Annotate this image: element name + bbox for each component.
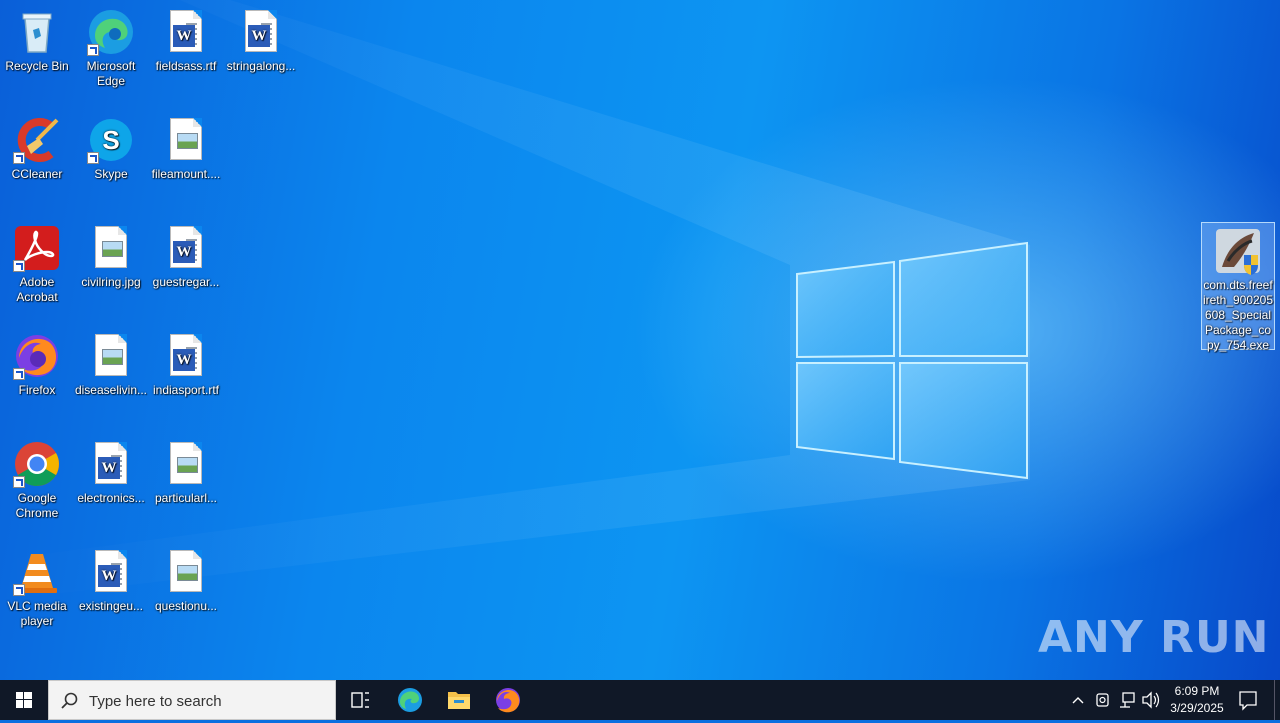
desktop-icon-fieldsass-rtf[interactable]: W fieldsass.rtf [149,4,223,74]
shortcut-arrow-icon [13,476,25,488]
windows-start-icon [16,692,32,708]
desktop-icon-particularl[interactable]: particularl... [149,436,223,506]
taskbar-file-explorer-button[interactable] [435,680,483,720]
icon-label: civilring.jpg [81,275,141,289]
show-desktop-button[interactable] [1274,680,1280,720]
desktop-icon-firefox[interactable]: Firefox [0,328,74,398]
image-file-icon [162,548,210,596]
vlc-icon [13,548,61,596]
search-icon [61,692,78,709]
ccleaner-icon [13,116,61,164]
shortcut-arrow-icon [13,584,25,596]
icon-label: fieldsass.rtf [155,59,217,73]
edge-icon [398,688,422,712]
desktop-icon-stringalong[interactable]: W stringalong... [224,4,298,74]
firefox-icon [13,332,61,380]
svg-text:S: S [102,125,119,155]
image-file-icon [162,116,210,164]
clock-date: 3/29/2025 [1170,701,1224,715]
desktop-icon-diseaselivin[interactable]: diseaselivin... [74,328,148,398]
volume-icon [1142,691,1160,709]
word-document-icon: W [237,8,285,56]
icon-label: fileamount.... [151,167,221,181]
notification-icon [1239,691,1257,711]
desktop-icon-adobe-acrobat[interactable]: Adobe Acrobat [0,220,74,305]
edge-icon [87,8,135,56]
icon-label: diseaselivin... [74,383,148,397]
skype-icon: S [87,116,135,164]
network-icon [1120,692,1135,708]
shortcut-arrow-icon [13,260,25,272]
task-view-button[interactable] [336,680,384,720]
chevron-up-icon [1072,697,1084,704]
word-document-icon: W [87,548,135,596]
taskbar-firefox-button[interactable] [484,680,532,720]
desktop-icon-google-chrome[interactable]: Google Chrome [0,436,74,521]
desktop-icon-ccleaner[interactable]: CCleaner [0,112,74,182]
anyrun-watermark: ANY RUN [1038,612,1270,663]
start-button[interactable] [0,680,48,720]
volume-button[interactable] [1140,680,1162,720]
icon-label: guestregar... [152,275,220,289]
taskbar-edge-button[interactable] [386,680,434,720]
meet-now-button[interactable] [1092,680,1114,720]
icon-label: Skype [94,167,128,181]
firefox-icon [496,688,520,713]
image-file-icon [87,224,135,272]
network-button[interactable] [1116,680,1138,720]
icon-label: Adobe Acrobat [16,275,58,304]
desktop-icon-questionu[interactable]: questionu... [149,544,223,614]
icon-label: com.dts.freefireth_900205608_SpecialPack… [1202,278,1274,352]
desktop-icon-electronics[interactable]: W electronics... [74,436,148,506]
desktop-icon-microsoft-edge[interactable]: Microsoft Edge [74,4,148,89]
exe-file-icon [1214,227,1262,275]
file-explorer-icon [448,692,470,709]
taskbar-search-box[interactable]: Type here to search [48,680,336,720]
icon-label: stringalong... [226,59,296,73]
shortcut-arrow-icon [13,368,25,380]
shortcut-arrow-icon [87,152,99,164]
chrome-icon [13,440,61,488]
icon-label: Google Chrome [15,491,59,520]
desktop-icon-freefire-exe[interactable]: com.dts.freefireth_900205608_SpecialPack… [1201,222,1275,352]
clock-time: 6:09 PM [1174,684,1220,698]
desktop-icon-vlc-media-player[interactable]: VLC media player [0,544,74,629]
desktop-icon-skype[interactable]: S Skype [74,112,148,182]
desktop-icon-fileamount[interactable]: fileamount.... [149,112,223,182]
word-document-icon: W [162,8,210,56]
icon-label: particularl... [154,491,218,505]
search-placeholder: Type here to search [89,693,222,710]
action-center-button[interactable] [1236,680,1260,720]
icon-label: Recycle Bin [5,59,69,73]
word-document-icon: W [87,440,135,488]
image-file-icon [87,332,135,380]
icon-label: CCleaner [11,167,63,181]
word-document-icon: W [162,332,210,380]
image-file-icon [162,440,210,488]
icon-label: indiasport.rtf [152,383,220,397]
icon-label: existingeu... [78,599,144,613]
acrobat-icon [13,224,61,272]
show-hidden-icons-button[interactable] [1066,680,1090,720]
taskbar: Type here to search 6:09 PM 3/29/2025 [0,680,1280,720]
icon-label: questionu... [154,599,218,613]
recycle-bin-icon [13,8,61,56]
desktop-icon-guestregar[interactable]: W guestregar... [149,220,223,290]
desktop-icon-indiasport-rtf[interactable]: W indiasport.rtf [149,328,223,398]
task-view-icon [351,692,369,708]
word-document-icon: W [162,224,210,272]
desktop-icon-existingeu[interactable]: W existingeu... [74,544,148,614]
shortcut-arrow-icon [13,152,25,164]
taskbar-clock[interactable]: 6:09 PM 3/29/2025 [1160,683,1234,717]
meet-now-icon [1096,693,1109,707]
icon-label: Firefox [18,383,56,397]
desktop-icon-recycle-bin[interactable]: Recycle Bin [0,4,74,74]
icon-label: Microsoft Edge [86,59,136,88]
desktop-icon-civilring-jpg[interactable]: civilring.jpg [74,220,148,290]
icon-label: electronics... [77,491,145,505]
icon-label: VLC media player [7,599,67,628]
shortcut-arrow-icon [87,44,99,56]
